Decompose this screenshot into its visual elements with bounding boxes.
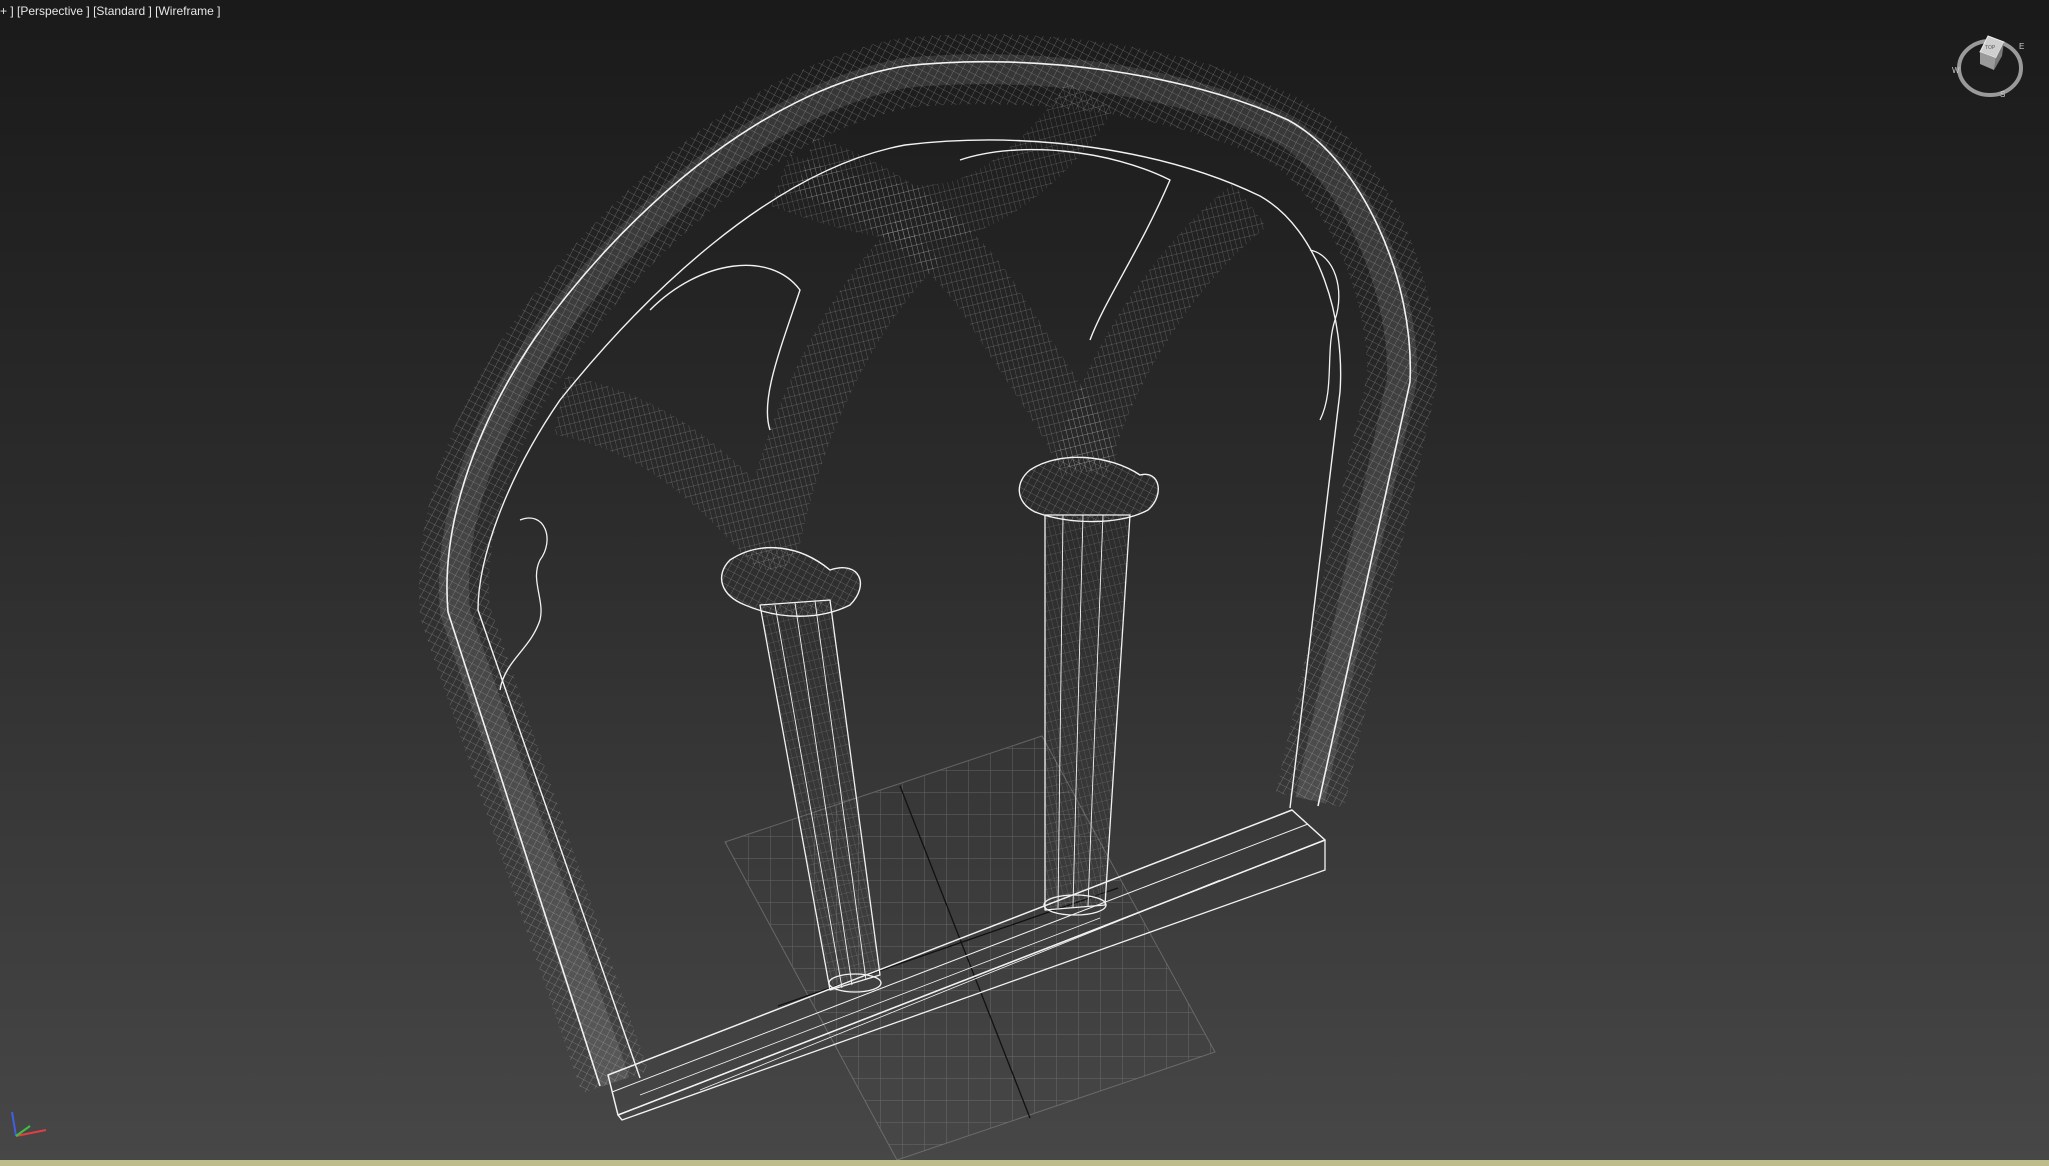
viewcube-icon[interactable]: TOP E W S [1950,26,2028,104]
mullion-column-right [1043,514,1131,916]
viewcube-compass-east[interactable]: E [2019,42,2024,51]
tracery-rib-right [1053,183,1268,478]
perspective-viewport[interactable]: + ] [Perspective ] [Standard ] [Wirefram… [0,0,2049,1160]
scene-canvas[interactable] [0,0,2049,1160]
viewcube-face-label: TOP [1985,45,1996,51]
viewcube-compass-south[interactable]: S [2000,90,2005,99]
axis-tripod-icon [11,1111,47,1137]
column-capital-right [1018,456,1159,523]
viewcube-compass-west[interactable]: W [1952,66,1960,75]
active-viewport-border [0,1160,2049,1166]
right-jamb-detail [1309,249,1340,421]
